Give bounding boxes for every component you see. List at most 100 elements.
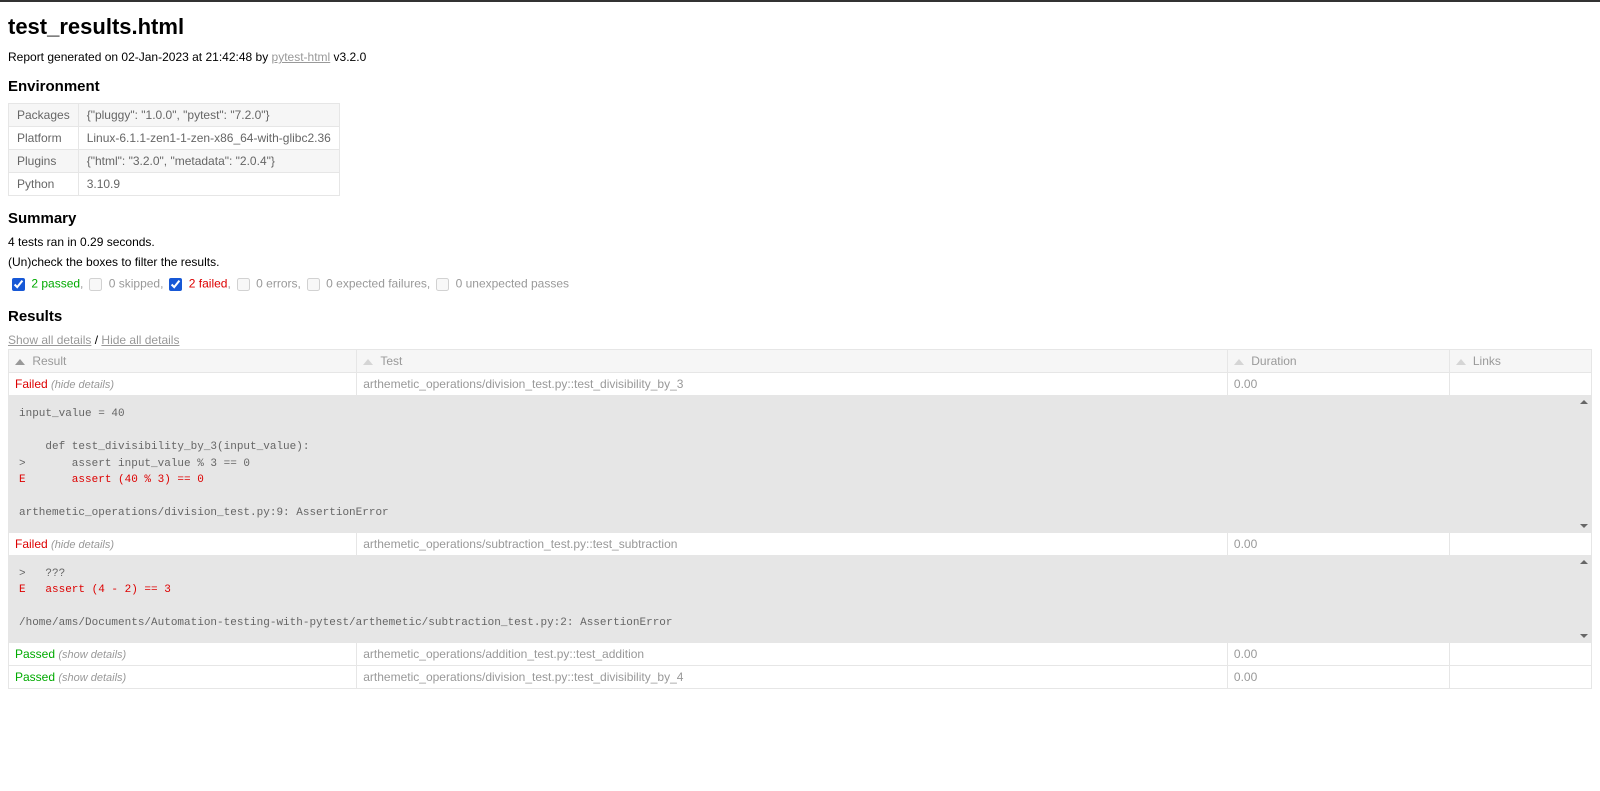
result-cell: Failed (hide details) xyxy=(9,373,357,396)
filter-xpassed-checkbox xyxy=(436,278,449,291)
links-cell xyxy=(1449,665,1591,688)
log-error-line: E assert (40 % 3) == 0 xyxy=(19,474,204,486)
log-tail: /home/ams/Documents/Automation-testing-w… xyxy=(19,617,673,629)
environment-value: Linux-6.1.1-zen1-1-zen-x86_64-with-glibc… xyxy=(78,127,339,150)
test-cell: arthemetic_operations/division_test.py::… xyxy=(357,665,1228,688)
table-row: Passed (show details)arthemetic_operatio… xyxy=(9,642,1592,665)
test-cell: arthemetic_operations/subtraction_test.p… xyxy=(357,532,1228,555)
duration-cell: 0.00 xyxy=(1227,665,1449,688)
result-cell: Passed (show details) xyxy=(9,665,357,688)
sort-asc-icon xyxy=(15,359,25,365)
generator-version: v3.2.0 xyxy=(330,50,366,64)
page-title: test_results.html xyxy=(8,14,1592,40)
result-cell: Failed (hide details) xyxy=(9,532,357,555)
column-header-result-label: Result xyxy=(32,354,66,368)
summary-filters: 2 passed, 0 skipped, 2 failed, 0 errors,… xyxy=(8,275,1592,294)
show-details-toggle[interactable]: (show details) xyxy=(58,672,126,684)
filter-failed-label: 2 failed xyxy=(185,277,227,291)
result-cell: Passed (show details) xyxy=(9,642,357,665)
column-header-test[interactable]: Test xyxy=(357,350,1228,373)
filter-passed-checkbox[interactable] xyxy=(12,278,25,291)
log-error-line: E assert (4 - 2) == 3 xyxy=(19,584,171,596)
filter-skipped: 0 skipped, xyxy=(85,275,163,294)
summary-ran: 4 tests ran in 0.29 seconds. xyxy=(8,235,1592,249)
environment-key: Packages xyxy=(9,104,79,127)
hide-details-toggle[interactable]: (hide details) xyxy=(51,379,114,391)
table-row: Failed (hide details)arthemetic_operatio… xyxy=(9,532,1592,555)
filter-errors-checkbox xyxy=(237,278,250,291)
log-plain: > ??? xyxy=(19,568,65,580)
duration-cell: 0.00 xyxy=(1227,532,1449,555)
log-cell: input_value = 40 def test_divisibility_b… xyxy=(9,396,1592,533)
scroll-down-icon[interactable] xyxy=(1578,521,1589,531)
column-header-links-label: Links xyxy=(1473,354,1501,368)
table-row: Passed (show details)arthemetic_operatio… xyxy=(9,665,1592,688)
hide-all-details-link[interactable]: Hide all details xyxy=(101,333,179,347)
environment-heading: Environment xyxy=(8,78,1592,95)
filter-xfailed-label: 0 expected failures xyxy=(323,277,427,291)
environment-row: Python3.10.9 xyxy=(9,173,340,196)
filter-errors-label: 0 errors xyxy=(253,277,298,291)
links-cell xyxy=(1449,373,1591,396)
filter-separator: , xyxy=(427,277,430,291)
log-row: > ??? E assert (4 - 2) == 3 /home/ams/Do… xyxy=(9,555,1592,642)
filter-xfailed-checkbox xyxy=(307,278,320,291)
environment-row: PlatformLinux-6.1.1-zen1-1-zen-x86_64-wi… xyxy=(9,127,340,150)
filter-separator: , xyxy=(80,277,83,291)
filter-xpassed-label: 0 unexpected passes xyxy=(452,277,569,291)
links-cell xyxy=(1449,642,1591,665)
result-label: Failed xyxy=(15,537,51,551)
scroll-down-icon[interactable] xyxy=(1578,631,1589,641)
environment-key: Platform xyxy=(9,127,79,150)
log-plain: input_value = 40 def test_divisibility_b… xyxy=(19,408,309,470)
scroll-up-icon[interactable] xyxy=(1578,557,1589,567)
filter-failed-checkbox[interactable] xyxy=(169,278,182,291)
generator-link[interactable]: pytest-html xyxy=(272,50,331,64)
environment-value: {"html": "3.2.0", "metadata": "2.0.4"} xyxy=(78,150,339,173)
summary-filter-hint: (Un)check the boxes to filter the result… xyxy=(8,255,1592,269)
filter-separator: , xyxy=(160,277,163,291)
column-header-test-label: Test xyxy=(380,354,402,368)
environment-key: Python xyxy=(9,173,79,196)
environment-table: Packages{"pluggy": "1.0.0", "pytest": "7… xyxy=(8,103,340,196)
result-label: Failed xyxy=(15,377,51,391)
sort-icon xyxy=(1234,359,1244,365)
show-all-details-link[interactable]: Show all details xyxy=(8,333,91,347)
filter-separator: , xyxy=(298,277,301,291)
filter-xfailed: 0 expected failures, xyxy=(303,275,430,294)
filter-skipped-label: 0 skipped xyxy=(105,277,160,291)
log-output: input_value = 40 def test_divisibility_b… xyxy=(9,396,1591,532)
sort-icon xyxy=(1456,359,1466,365)
scroll-up-icon[interactable] xyxy=(1578,397,1589,407)
filter-separator: , xyxy=(227,277,230,291)
results-heading: Results xyxy=(8,308,1592,325)
table-row: Failed (hide details)arthemetic_operatio… xyxy=(9,373,1592,396)
environment-key: Plugins xyxy=(9,150,79,173)
results-table: Result Test Duration Links Failed (hide … xyxy=(8,349,1592,689)
test-cell: arthemetic_operations/division_test.py::… xyxy=(357,373,1228,396)
column-header-links[interactable]: Links xyxy=(1449,350,1591,373)
filter-passed-label: 2 passed xyxy=(28,277,80,291)
filter-xpassed: 0 unexpected passes xyxy=(432,275,569,294)
generated-prefix: Report generated on 02-Jan-2023 at 21:42… xyxy=(8,50,272,64)
test-cell: arthemetic_operations/addition_test.py::… xyxy=(357,642,1228,665)
report-generated-line: Report generated on 02-Jan-2023 at 21:42… xyxy=(8,50,1592,64)
duration-cell: 0.00 xyxy=(1227,642,1449,665)
column-header-duration[interactable]: Duration xyxy=(1227,350,1449,373)
log-output: > ??? E assert (4 - 2) == 3 /home/ams/Do… xyxy=(9,556,1591,642)
environment-value: 3.10.9 xyxy=(78,173,339,196)
duration-cell: 0.00 xyxy=(1227,373,1449,396)
log-cell: > ??? E assert (4 - 2) == 3 /home/ams/Do… xyxy=(9,555,1592,642)
show-details-toggle[interactable]: (show details) xyxy=(58,649,126,661)
log-row: input_value = 40 def test_divisibility_b… xyxy=(9,396,1592,533)
column-header-duration-label: Duration xyxy=(1251,354,1296,368)
toggle-separator: / xyxy=(91,333,101,347)
column-header-result[interactable]: Result xyxy=(9,350,357,373)
result-label: Passed xyxy=(15,670,58,684)
filter-failed: 2 failed, xyxy=(165,275,230,294)
environment-row: Plugins{"html": "3.2.0", "metadata": "2.… xyxy=(9,150,340,173)
result-label: Passed xyxy=(15,647,58,661)
filter-skipped-checkbox xyxy=(89,278,102,291)
hide-details-toggle[interactable]: (hide details) xyxy=(51,539,114,551)
sort-icon xyxy=(363,359,373,365)
